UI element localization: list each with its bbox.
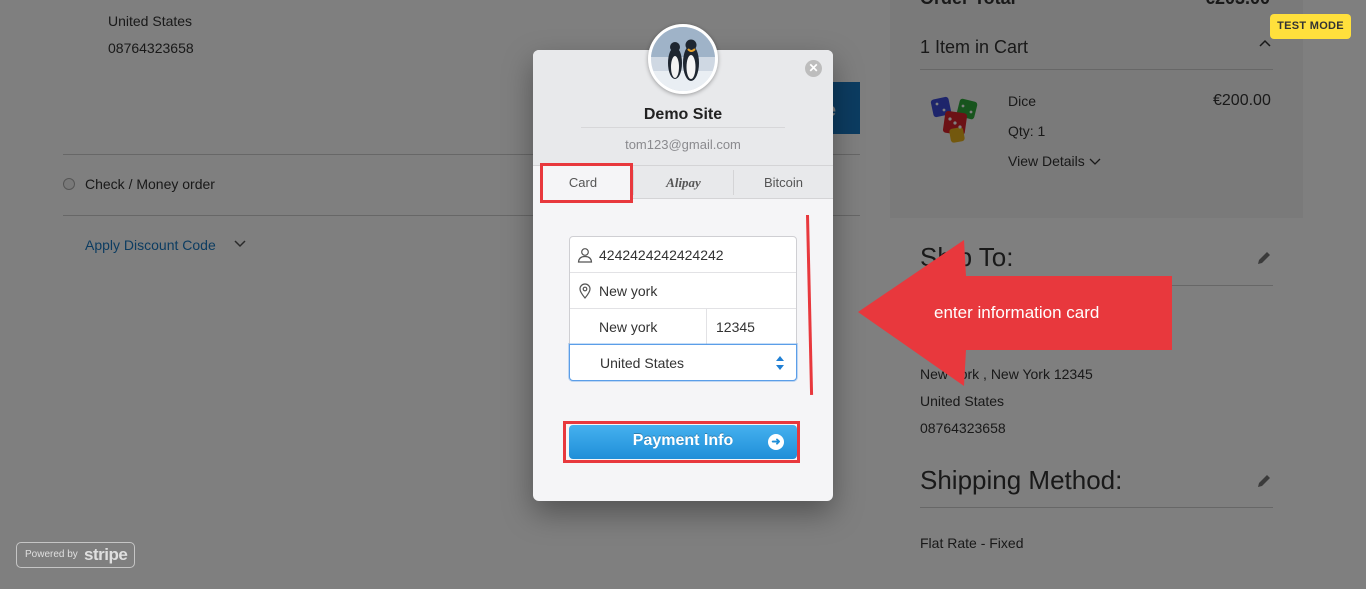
card-number-field[interactable]: 4242424242424242 [570,237,796,273]
alipay-logo: Alipay [666,175,701,190]
annotation-box-payment-button [563,421,800,463]
divider [581,127,785,128]
country-value[interactable]: United States [600,355,684,371]
test-mode-badge: TEST MODE [1270,14,1351,39]
close-icon[interactable]: ✕ [805,60,822,77]
zip-field[interactable]: 12345 [716,319,755,335]
powered-by-stripe-badge[interactable]: Powered by stripe [16,542,135,568]
site-name: Demo Site [643,106,723,123]
divider [706,309,707,345]
stripe-logo: stripe [84,545,128,564]
country-select[interactable]: United States [569,344,797,381]
card-form: 4242424242424242 New york New york 12345… [569,236,797,381]
select-arrows-icon [776,356,784,370]
address-field[interactable]: New york [570,273,796,309]
site-logo-avatar [648,24,718,94]
annotation-callout-text: enter information card [934,303,1100,322]
annotation-box-card-tab [540,163,633,203]
city-zip-row: New york 12345 [570,309,796,345]
city-field[interactable]: New york [599,319,657,335]
card-number-value[interactable]: 4242424242424242 [599,247,724,263]
user-icon [577,248,593,263]
location-pin-icon [579,283,591,299]
address-value[interactable]: New york [599,283,657,299]
customer-email: tom123@gmail.com [625,137,741,152]
tab-bitcoin[interactable]: Bitcoin [734,166,833,199]
powered-by-label: Powered by [25,549,78,560]
tab-alipay[interactable]: Alipay [634,166,733,199]
